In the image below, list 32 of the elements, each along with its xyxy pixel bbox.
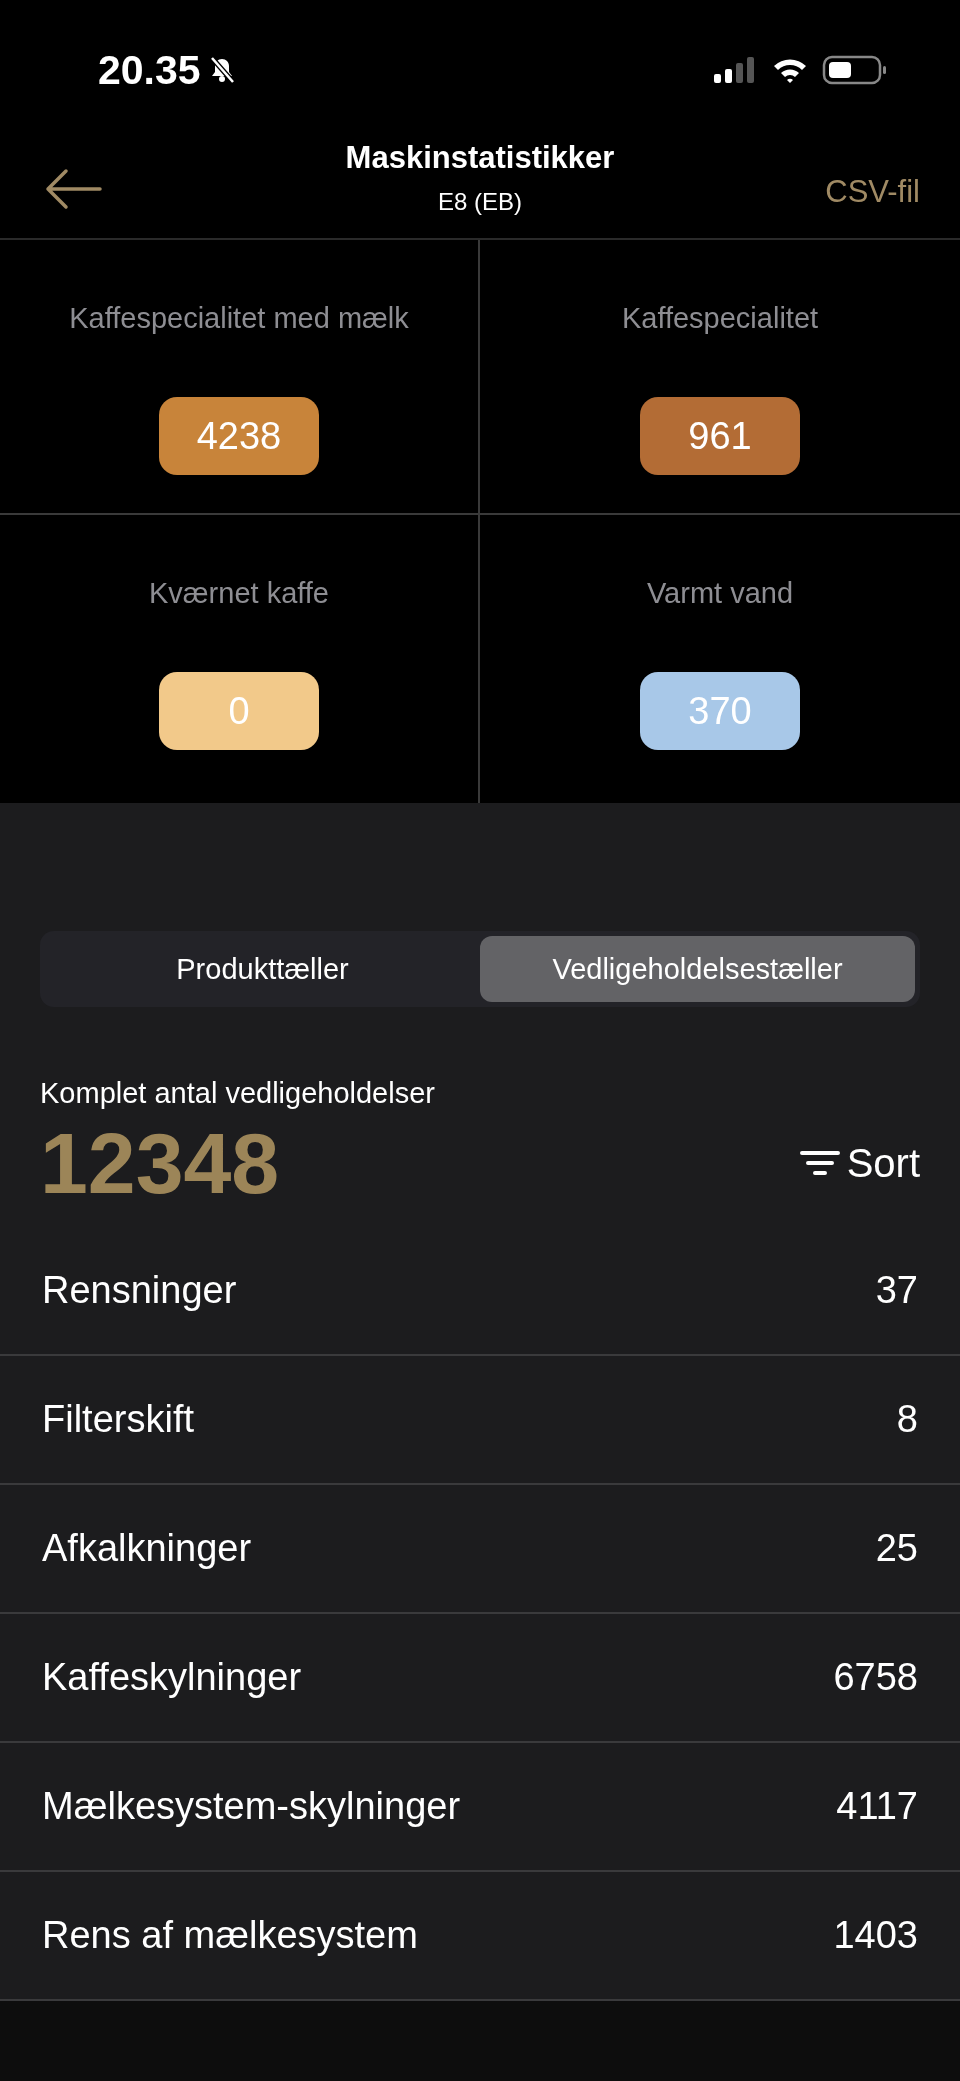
csv-file-button[interactable]: CSV-fil bbox=[825, 174, 920, 210]
counter-label: Varmt vand bbox=[646, 577, 794, 610]
row-label: Mælkesystem-skylninger bbox=[42, 1785, 461, 1828]
row-value: 25 bbox=[875, 1527, 918, 1570]
counter-label: Kaffespecialitet bbox=[621, 302, 819, 335]
counter-value: 370 bbox=[640, 672, 800, 750]
row-label: Kaffeskylninger bbox=[42, 1656, 302, 1699]
muted-bell-icon bbox=[208, 56, 235, 84]
tab[interactable]: Vedligeholdelsestæller bbox=[480, 936, 915, 1002]
row-value: 4117 bbox=[836, 1785, 918, 1828]
row-label: Rensninger bbox=[42, 1269, 237, 1312]
counter-value: 0 bbox=[159, 672, 319, 750]
row-label: Filterskift bbox=[42, 1398, 194, 1441]
screen-subtitle: E8 (EB) bbox=[438, 188, 522, 216]
row-label: Afkalkninger bbox=[42, 1527, 252, 1570]
tab[interactable]: Produkttæller bbox=[45, 936, 480, 1002]
sort-button[interactable]: Sort bbox=[798, 1141, 920, 1186]
back-arrow-icon[interactable] bbox=[44, 167, 102, 211]
row-value: 1403 bbox=[833, 1914, 918, 1957]
status-time: 20.35 bbox=[98, 46, 201, 94]
row-value: 8 bbox=[896, 1398, 918, 1441]
counter-value: 4238 bbox=[159, 397, 319, 475]
battery-icon bbox=[822, 54, 888, 86]
counter-label: Kaffespecialitet med mælk bbox=[69, 302, 409, 335]
row-label: Rens af mælkesystem bbox=[42, 1914, 418, 1957]
counter-label: Kværnet kaffe bbox=[149, 577, 329, 610]
row-value: 37 bbox=[875, 1269, 918, 1312]
counter-value: 961 bbox=[640, 397, 800, 475]
screen-title: Maskinstatistikker bbox=[345, 140, 615, 176]
total-value: 12348 bbox=[40, 1114, 280, 1213]
row-value: 6758 bbox=[833, 1656, 918, 1699]
total-label: Komplet antal vedligeholdelser bbox=[40, 1077, 436, 1110]
